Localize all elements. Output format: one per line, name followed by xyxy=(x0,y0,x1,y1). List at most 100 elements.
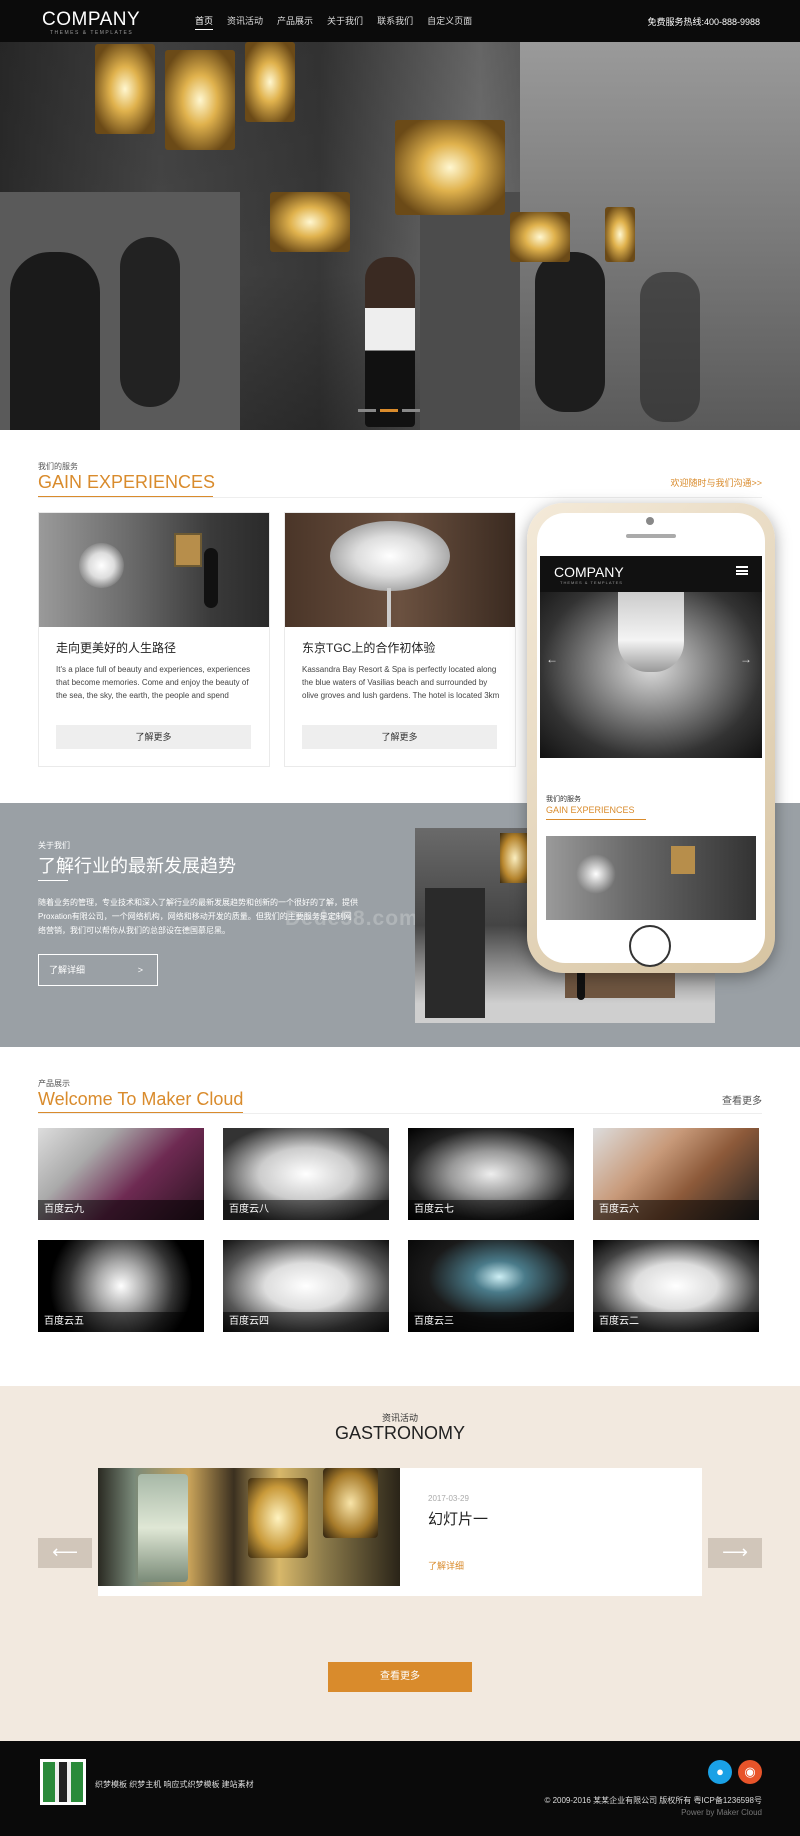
nav-item-contact[interactable]: 联系我们 xyxy=(370,0,420,42)
services-title: GAIN EXPERIENCES xyxy=(38,472,216,492)
hero-lamp-4 xyxy=(395,120,505,215)
news-date: 2017-03-29 xyxy=(428,1494,469,1503)
about-title-underline xyxy=(38,880,68,881)
phone-card-image xyxy=(546,836,756,920)
product-item-2[interactable]: 百度云八 xyxy=(223,1128,389,1220)
product-caption: 百度云五 xyxy=(38,1312,204,1332)
service-card-image xyxy=(39,513,269,627)
hero-lamp-2 xyxy=(165,50,235,150)
chandelier xyxy=(330,521,450,591)
about-image-lamp xyxy=(500,833,530,883)
product-item-1[interactable]: 百度云九 xyxy=(38,1128,204,1220)
hero-lamp-6 xyxy=(510,212,570,262)
hero-lamp-7 xyxy=(605,207,635,262)
slider-dot-3[interactable] xyxy=(402,409,420,412)
hero-lamp-1 xyxy=(95,44,155,134)
service-card-more-button[interactable]: 了解更多 xyxy=(302,725,497,749)
framed-portrait xyxy=(174,533,202,567)
footer-links[interactable]: 织梦模板 织梦主机 响应式织梦模板 建站素材 xyxy=(95,1779,254,1790)
product-item-7[interactable]: 百度云三 xyxy=(408,1240,574,1332)
arrow-left-icon: ⟵ xyxy=(52,1542,78,1562)
phone-wall-lamp xyxy=(576,854,616,894)
news-headline[interactable]: 幻灯片一 xyxy=(428,1508,488,1529)
product-caption: 百度云八 xyxy=(223,1200,389,1220)
product-item-5[interactable]: 百度云五 xyxy=(38,1240,204,1332)
wall-lamp xyxy=(79,543,124,588)
about-image-panel-left xyxy=(425,888,485,1018)
visitor-figure xyxy=(204,548,218,608)
slider-dot-1[interactable] xyxy=(358,409,376,412)
nav-item-products[interactable]: 产品展示 xyxy=(270,0,320,42)
news-detail-link[interactable]: 了解详细 xyxy=(428,1559,464,1572)
news-next-button[interactable]: ⟶ xyxy=(708,1538,762,1568)
footer-power: Power by Maker Cloud xyxy=(681,1808,762,1817)
products-title: Welcome To Maker Cloud xyxy=(38,1089,244,1109)
phone-lamp-shade xyxy=(618,592,684,672)
product-caption: 百度云二 xyxy=(593,1312,759,1332)
about-small-label: 关于我们 xyxy=(38,841,70,850)
news-slide-card[interactable]: 2017-03-29 幻灯片一 了解详细 xyxy=(98,1468,702,1596)
service-card-more-button[interactable]: 了解更多 xyxy=(56,725,251,749)
news-lamp-1 xyxy=(138,1474,188,1582)
hotline-text: 免费服务热线:400-888-9988 xyxy=(647,17,760,27)
watermark: Dede58.com xyxy=(285,907,419,930)
phone-portrait xyxy=(671,846,695,874)
product-caption: 百度云九 xyxy=(38,1200,204,1220)
phone-hero-image: ← → xyxy=(540,592,762,758)
phone-next-arrow-icon[interactable]: → xyxy=(740,652,752,666)
product-caption: 百度云七 xyxy=(408,1200,574,1220)
nav-item-news[interactable]: 资讯活动 xyxy=(220,0,270,42)
contact-us-link[interactable]: 欢迎随时与我们沟通>> xyxy=(670,476,762,489)
news-lamp-2 xyxy=(248,1478,308,1558)
hero-blur-figure xyxy=(640,272,700,422)
services-divider xyxy=(38,497,762,498)
phone-logo: COMPANY xyxy=(554,564,624,580)
weibo-icon[interactable]: ◉ xyxy=(738,1760,762,1784)
phone-title: GAIN EXPERIENCES xyxy=(546,805,635,815)
products-more-link[interactable]: 查看更多 xyxy=(722,1092,762,1107)
logo-subtitle: THEMES & TEMPLATES xyxy=(50,30,134,36)
phone-logo-sub: THEMES & TEMPLATES xyxy=(560,580,623,585)
service-card-text: It's a place full of beauty and experien… xyxy=(56,665,251,700)
phone-small-label: 我们的服务 xyxy=(546,796,581,803)
phone-screen: COMPANY THEMES & TEMPLATES ← → 我们的服务 GAI… xyxy=(540,556,762,920)
service-card-title[interactable]: 走向更美好的人生路径 xyxy=(56,639,176,656)
news-title: GASTRONOMY xyxy=(334,1423,465,1443)
qq-icon[interactable]: ● xyxy=(708,1760,732,1784)
product-item-3[interactable]: 百度云七 xyxy=(408,1128,574,1220)
nav-item-about[interactable]: 关于我们 xyxy=(320,0,370,42)
logo[interactable]: COMPANY xyxy=(42,9,140,31)
slider-dot-2[interactable] xyxy=(380,409,398,412)
news-slide-image xyxy=(98,1468,400,1586)
arrow-right-icon: ⟶ xyxy=(722,1542,748,1562)
hero-woman-figure xyxy=(365,257,415,427)
phone-prev-arrow-icon[interactable]: ← xyxy=(546,652,558,666)
service-card-text: Kassandra Bay Resort & Spa is perfectly … xyxy=(302,665,500,700)
about-detail-button[interactable]: 了解详细 > xyxy=(38,954,158,986)
hero-lamp-5 xyxy=(270,192,350,252)
chandelier-stem xyxy=(387,588,391,627)
phone-speaker xyxy=(626,534,676,538)
products-divider xyxy=(38,1113,762,1114)
nav-item-home[interactable]: 首页 xyxy=(188,0,220,42)
hamburger-menu-icon[interactable] xyxy=(736,566,748,575)
services-small-label: 我们的服务 xyxy=(38,462,78,471)
service-card-title[interactable]: 东京TGC上的合作初体验 xyxy=(302,639,435,656)
news-lamp-3 xyxy=(323,1468,378,1538)
phone-home-button xyxy=(629,925,671,967)
service-card-image xyxy=(285,513,515,627)
news-prev-button[interactable]: ⟵ xyxy=(38,1538,92,1568)
hero-slider-dots xyxy=(358,409,420,412)
hero-sculpture-right xyxy=(535,252,605,412)
product-item-8[interactable]: 百度云二 xyxy=(593,1240,759,1332)
product-caption: 百度云六 xyxy=(593,1200,759,1220)
products-small-label: 产品展示 xyxy=(38,1079,70,1088)
news-more-button[interactable]: 查看更多 xyxy=(328,1662,472,1692)
main-nav: 首页 资讯活动 产品展示 关于我们 联系我们 自定义页面 xyxy=(188,0,479,42)
nav-item-custom[interactable]: 自定义页面 xyxy=(420,0,479,42)
qr-code-icon xyxy=(40,1759,86,1805)
product-caption: 百度云三 xyxy=(408,1312,574,1332)
chevron-right-icon: > xyxy=(137,965,143,975)
product-item-4[interactable]: 百度云六 xyxy=(593,1128,759,1220)
product-item-6[interactable]: 百度云四 xyxy=(223,1240,389,1332)
